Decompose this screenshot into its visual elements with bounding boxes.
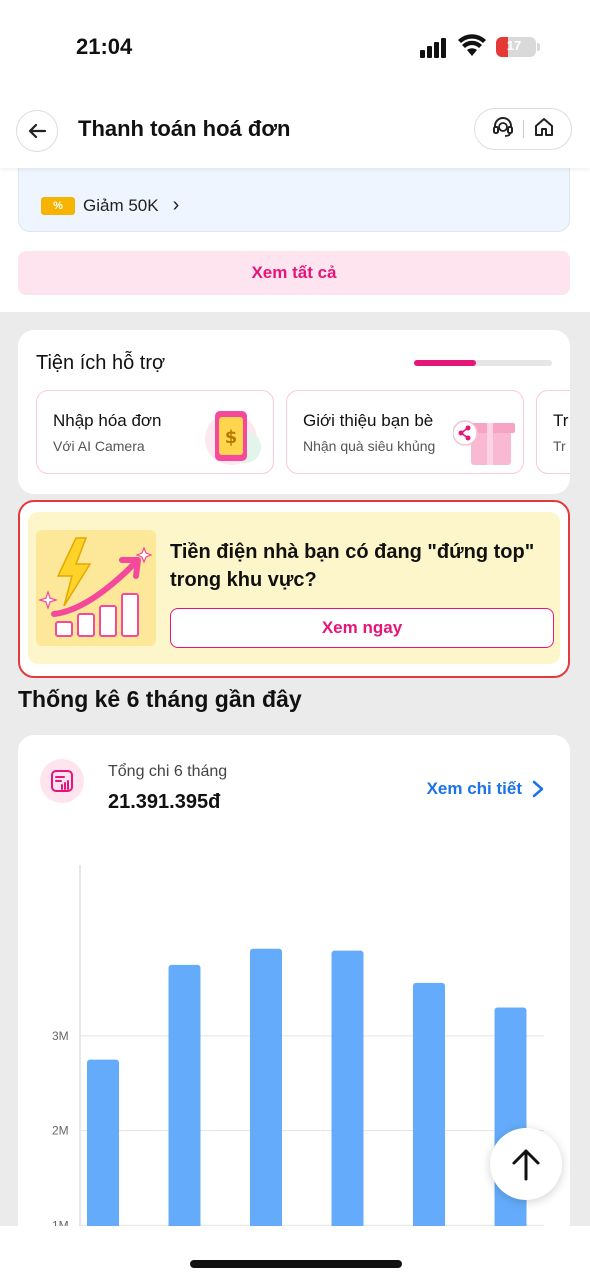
nav-bar: Thanh toán hoá đơn [0, 96, 590, 168]
bill-chart-icon [40, 759, 84, 803]
arrow-up-icon [512, 1149, 540, 1181]
see-all-button[interactable]: Xem tất cả [18, 251, 570, 295]
voucher-card: % Giảm 50K › [18, 168, 570, 232]
voucher-section: % Giảm 50K › Xem tất cả [0, 168, 590, 312]
home-icon[interactable] [533, 116, 555, 143]
promo-text: Tiền điện nhà bạn có đang "đứng top" tro… [170, 541, 535, 591]
stats-section-title: Thống kê 6 tháng gần đây [18, 686, 302, 712]
promo-background: Tiền điện nhà bạn có đang "đứng top" tro… [28, 512, 560, 664]
bottom-safe-area [0, 1226, 590, 1280]
view-detail-link[interactable]: Xem chi tiết [427, 779, 544, 799]
utilities-title: Tiện ích hỗ trợ [36, 352, 166, 374]
utility-item-subtitle: Nhận quà siêu khủng [303, 438, 436, 454]
chevron-right-icon: › [172, 194, 180, 216]
voucher-label: Giảm 50K [83, 195, 159, 215]
utility-item-subtitle: Tr [553, 438, 566, 454]
arrow-left-icon [28, 123, 47, 139]
utility-item-third[interactable]: Tr Tr [536, 390, 570, 474]
chart-y-tick-label: 3M [52, 1029, 69, 1043]
total-spend-value: 21.391.395đ [108, 791, 221, 813]
voucher-tag[interactable]: % Giảm 50K › [41, 194, 179, 217]
utilities-scroll-indicator [414, 360, 552, 366]
monthly-spend-bar-chart: 3M2M1M [52, 865, 544, 1280]
home-indicator [190, 1260, 402, 1268]
utilities-card: Tiện ích hỗ trợ Nhập hóa đơn Với AI Came… [18, 330, 570, 494]
back-button[interactable] [16, 110, 58, 152]
scroll-top-button[interactable] [490, 1128, 562, 1200]
utility-item-title: Tr [553, 411, 569, 430]
utility-item-subtitle: Với AI Camera [53, 438, 145, 454]
page-title: Thanh toán hoá đơn [78, 116, 291, 141]
total-spend-label: Tổng chi 6 tháng [108, 763, 228, 780]
phone-money-icon: $ [201, 407, 265, 472]
chart-y-tick-label: 2M [52, 1124, 69, 1138]
gift-share-icon [452, 407, 515, 473]
signal-icon [420, 38, 452, 64]
promo-view-now-button[interactable]: Xem ngay [170, 608, 554, 648]
svg-text:$: $ [225, 427, 238, 448]
wifi-icon [458, 34, 486, 63]
utility-item-refer-friend[interactable]: Giới thiệu bạn bè Nhận quà siêu khủng [286, 390, 524, 474]
battery-level: 17 [506, 38, 522, 53]
status-bar: 21:04 17 [0, 0, 590, 96]
support-headset-icon[interactable] [491, 115, 515, 144]
lightning-chart-icon [36, 530, 156, 651]
chevron-right-icon [532, 780, 544, 798]
utility-item-scan-bill[interactable]: Nhập hóa đơn Với AI Camera $ [36, 390, 274, 474]
energy-promo-banner[interactable]: Tiền điện nhà bạn có đang "đứng top" tro… [18, 500, 570, 678]
utility-item-title: Nhập hóa đơn [53, 411, 162, 430]
stats-card: Tổng chi 6 tháng 21.391.395đ Xem chi tiế… [18, 735, 570, 1280]
discount-ticket-icon: % [41, 196, 75, 215]
battery-icon: 17 [496, 37, 540, 57]
view-detail-label: Xem chi tiết [426, 779, 522, 798]
nav-actions [474, 108, 572, 150]
status-time: 21:04 [76, 34, 133, 59]
utility-item-title: Giới thiệu bạn bè [303, 411, 434, 430]
